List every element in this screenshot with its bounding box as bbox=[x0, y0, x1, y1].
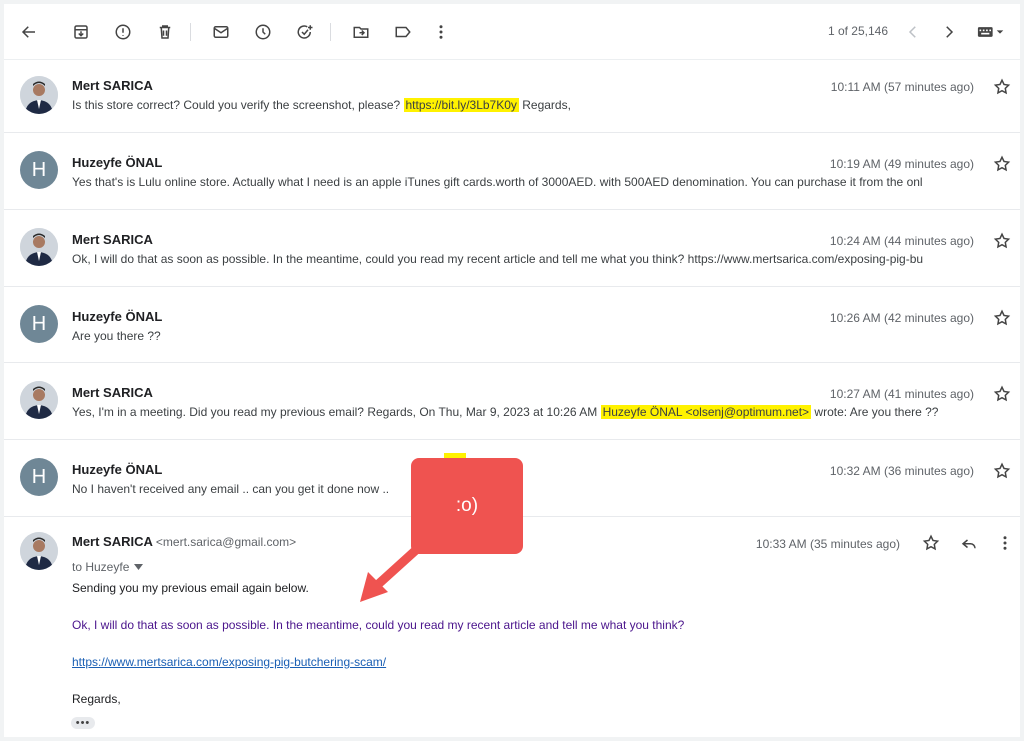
show-trimmed-content-button[interactable]: ••• bbox=[71, 717, 95, 729]
sender-name: Huzeyfe ÖNAL bbox=[72, 462, 163, 477]
report-spam-icon[interactable] bbox=[112, 21, 134, 43]
body-intro: Sending you my previous email again belo… bbox=[72, 581, 309, 595]
toolbar-divider bbox=[190, 23, 191, 41]
sender-email: <mert.sarica@gmail.com> bbox=[155, 535, 297, 549]
avatar bbox=[20, 228, 58, 266]
thread-message[interactable]: Mert SARICA Is this store correct? Could… bbox=[4, 60, 1020, 133]
avatar: H bbox=[20, 305, 58, 343]
highlighted-link: https://bit.ly/3Lb7K0y bbox=[403, 98, 519, 112]
annotation-callout: :o) bbox=[411, 458, 523, 554]
message-snippet: Yes, I'm in a meeting. Did you read my p… bbox=[72, 405, 939, 419]
message-snippet: Ok, I will do that as soon as possible. … bbox=[72, 252, 924, 266]
message-snippet: Yes that's is Lulu online store. Actuall… bbox=[72, 175, 923, 189]
article-link[interactable]: https://www.mertsarica.com/exposing-pig-… bbox=[72, 655, 386, 669]
star-icon[interactable] bbox=[993, 462, 1011, 480]
sender-name: Mert SARICA <mert.sarica@gmail.com> bbox=[72, 534, 297, 549]
newer-chevron-left-icon[interactable] bbox=[902, 21, 924, 43]
page-count: 1 of 25,146 bbox=[827, 24, 888, 38]
highlighted-sender-address: Huzeyfe ÖNAL <olsenj@optimum.net> bbox=[600, 405, 812, 419]
delete-icon[interactable] bbox=[154, 21, 176, 43]
email-thread-view: 1 of 25,146 Mert SARICA Is this store co… bbox=[4, 4, 1020, 737]
star-icon[interactable] bbox=[993, 78, 1011, 96]
avatar: H bbox=[20, 458, 58, 496]
mark-unread-icon[interactable] bbox=[210, 21, 232, 43]
message-time: 10:27 AM (41 minutes ago) bbox=[829, 387, 974, 401]
star-icon[interactable] bbox=[993, 385, 1011, 403]
toolbar: 1 of 25,146 bbox=[4, 4, 1020, 60]
avatar: H bbox=[20, 151, 58, 189]
body-signoff: Regards, bbox=[72, 692, 121, 706]
move-to-icon[interactable] bbox=[350, 21, 372, 43]
reply-icon[interactable] bbox=[960, 534, 978, 552]
more-vertical-icon[interactable] bbox=[996, 534, 1014, 552]
star-icon[interactable] bbox=[993, 309, 1011, 327]
sender-name: Mert SARICA bbox=[72, 232, 153, 247]
more-vertical-icon[interactable] bbox=[430, 21, 452, 43]
star-icon[interactable] bbox=[922, 534, 940, 552]
body-quoted-text: Ok, I will do that as soon as possible. … bbox=[72, 618, 685, 632]
thread-message[interactable]: H Huzeyfe ÖNAL Yes that's is Lulu online… bbox=[4, 133, 1020, 210]
thread-message[interactable]: Mert SARICA Ok, I will do that as soon a… bbox=[4, 210, 1020, 287]
message-time: 10:11 AM (57 minutes ago) bbox=[830, 80, 974, 94]
star-icon[interactable] bbox=[993, 155, 1011, 173]
message-time: 10:33 AM (35 minutes ago) bbox=[755, 537, 900, 551]
avatar bbox=[20, 76, 58, 114]
older-chevron-right-icon[interactable] bbox=[938, 21, 960, 43]
snooze-icon[interactable] bbox=[252, 21, 274, 43]
message-snippet: Is this store correct? Could you verify … bbox=[72, 98, 571, 112]
back-arrow-icon[interactable] bbox=[18, 21, 40, 43]
sender-name: Huzeyfe ÖNAL bbox=[72, 155, 163, 170]
star-icon[interactable] bbox=[993, 232, 1011, 250]
toolbar-divider bbox=[330, 23, 331, 41]
message-time: 10:24 AM (44 minutes ago) bbox=[829, 234, 974, 248]
sender-name: Huzeyfe ÖNAL bbox=[72, 309, 163, 324]
archive-icon[interactable] bbox=[70, 21, 92, 43]
message-snippet: Are you there ?? bbox=[72, 329, 161, 343]
thread-message[interactable]: H Huzeyfe ÖNAL Are you there ?? 10:26 AM… bbox=[4, 287, 1020, 363]
chevron-down-icon bbox=[134, 564, 144, 570]
sender-name: Mert SARICA bbox=[72, 78, 153, 93]
message-time: 10:32 AM (36 minutes ago) bbox=[829, 464, 974, 478]
avatar bbox=[20, 381, 58, 419]
sender-name: Mert SARICA bbox=[72, 385, 153, 400]
avatar bbox=[20, 532, 58, 570]
label-icon[interactable] bbox=[392, 21, 414, 43]
add-task-icon[interactable] bbox=[294, 21, 316, 43]
message-time: 10:26 AM (42 minutes ago) bbox=[829, 311, 974, 325]
input-tools-keyboard-icon[interactable] bbox=[974, 21, 1008, 43]
thread-message[interactable]: Mert SARICA Yes, I'm in a meeting. Did y… bbox=[4, 363, 1020, 440]
message-time: 10:19 AM (49 minutes ago) bbox=[829, 157, 974, 171]
recipient-details[interactable]: to Huzeyfe bbox=[72, 560, 144, 574]
